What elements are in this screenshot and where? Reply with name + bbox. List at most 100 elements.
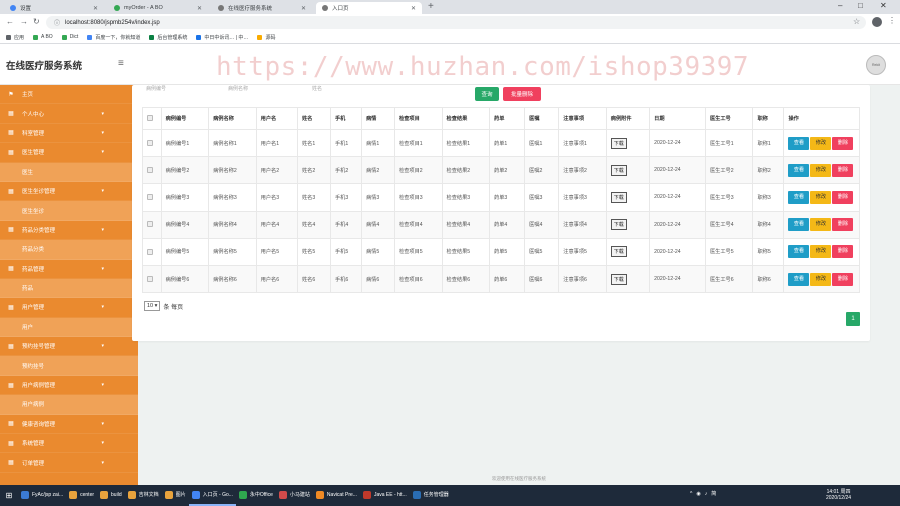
sidebar-group[interactable]: ⚑ 主页	[0, 85, 138, 105]
sidebar-subitem[interactable]: 医生坐诊	[0, 201, 138, 221]
column-header[interactable]: 病情	[360, 107, 396, 130]
bookmark-apps[interactable]: 应用	[6, 34, 24, 41]
edit-button[interactable]: 修改	[810, 136, 832, 150]
delete-button[interactable]: 删除	[832, 245, 854, 259]
column-header[interactable]: 检查结果	[441, 107, 491, 130]
delete-button[interactable]: 删除	[832, 136, 854, 150]
bookmark-item[interactable]: 后台管理系统	[149, 34, 187, 41]
edit-button[interactable]: 修改	[810, 190, 832, 204]
edit-button[interactable]: 修改	[810, 218, 832, 232]
avatar[interactable]: Rekit	[866, 55, 886, 75]
taskbar-app[interactable]: 图片	[162, 485, 189, 506]
sidebar-subitem[interactable]: 预约挂号	[0, 356, 138, 376]
browser-tab-settings[interactable]: 设置 ✕	[4, 2, 104, 14]
sidebar-group[interactable]: ▦ 健康咨询管理 ▾	[0, 414, 138, 435]
close-window-icon[interactable]: ✕	[880, 1, 887, 10]
row-checkbox[interactable]	[147, 139, 153, 146]
browser-tab-entry[interactable]: 入口页 ✕	[316, 2, 422, 14]
taskbar-app[interactable]: 任务管理器	[410, 485, 452, 506]
reload-icon[interactable]: ↻	[33, 17, 40, 26]
profile-icon[interactable]	[872, 17, 882, 27]
row-checkbox[interactable]	[147, 248, 153, 255]
taskbar-app[interactable]: Java EE - htt...	[360, 485, 410, 506]
download-button[interactable]: 下载	[610, 164, 627, 176]
taskbar-app[interactable]: 吉林文档	[125, 485, 162, 506]
view-button[interactable]: 查看	[788, 218, 810, 232]
search-button[interactable]: 查询	[475, 87, 499, 101]
new-tab-button[interactable]: +	[428, 1, 434, 12]
sidebar-subitem[interactable]: 医生	[0, 162, 138, 182]
select-all-checkbox[interactable]	[147, 115, 153, 122]
row-checkbox[interactable]	[147, 275, 153, 282]
url-field[interactable]: ⓘ localhost:8080/jspmb254v/index.jsp	[46, 16, 866, 29]
taskbar-app[interactable]: build	[97, 485, 125, 506]
sidebar-group[interactable]: ▦ 医生坐诊管理 ▾	[0, 181, 138, 202]
sidebar-group[interactable]: ▦ 医生管理 ▾	[0, 143, 138, 163]
back-icon[interactable]: ←	[6, 17, 14, 26]
bookmark-item[interactable]: Dict	[61, 34, 78, 40]
network-icon[interactable]: ◉	[696, 491, 700, 497]
delete-button[interactable]: 删除	[832, 190, 854, 204]
sidebar-group[interactable]: ▦ 科室管理 ▾	[0, 123, 138, 144]
column-header[interactable]: 药单	[489, 107, 526, 130]
view-button[interactable]: 查看	[788, 245, 810, 259]
bookmark-star-icon[interactable]: ☆	[853, 17, 860, 26]
sidebar-subitem[interactable]: 药品	[0, 278, 138, 299]
close-icon[interactable]: ✕	[93, 5, 98, 12]
volume-icon[interactable]: ♪	[705, 491, 708, 497]
forward-icon[interactable]: →	[20, 17, 28, 26]
download-button[interactable]: 下载	[610, 246, 627, 258]
delete-button[interactable]: 删除	[832, 163, 854, 177]
sidebar-group[interactable]: ▦ 药品管理 ▾	[0, 259, 138, 279]
menu-icon[interactable]: ⋮	[888, 16, 896, 25]
view-button[interactable]: 查看	[788, 163, 810, 177]
bookmark-item[interactable]: A BO	[33, 34, 53, 40]
windows-start-icon[interactable]: ⊞	[0, 485, 18, 506]
sidebar-subitem[interactable]: 用户病例	[0, 395, 138, 415]
row-checkbox[interactable]	[147, 167, 153, 174]
close-icon[interactable]: ✕	[411, 5, 416, 12]
tray-arrow-icon[interactable]: ^	[690, 491, 692, 497]
delete-button[interactable]: 删除	[832, 272, 854, 286]
column-header[interactable]: 日期	[649, 107, 706, 130]
page-button-current[interactable]: 1	[846, 312, 860, 326]
column-header[interactable]: 用户名	[255, 107, 298, 130]
hamburger-menu-icon[interactable]: ≡	[118, 58, 124, 69]
taskbar-app[interactable]: FyAc/jsp zai...	[18, 485, 66, 506]
browser-tab-system[interactable]: 在线医疗服务系统 ✕	[212, 2, 312, 14]
column-header[interactable]: 检查项目	[394, 107, 443, 130]
ime-indicator[interactable]: 简	[711, 490, 716, 497]
column-header[interactable]: 病例编号	[160, 107, 210, 130]
browser-tab-myorder[interactable]: myOrder - A BO ✕	[108, 2, 208, 14]
row-checkbox[interactable]	[147, 194, 153, 201]
column-header[interactable]: 病例附件	[605, 107, 651, 130]
download-button[interactable]: 下载	[610, 219, 627, 231]
close-icon[interactable]: ✕	[197, 5, 202, 12]
delete-button[interactable]: 删除	[832, 218, 854, 232]
column-header[interactable]: 职称	[752, 107, 785, 130]
edit-button[interactable]: 修改	[810, 163, 832, 177]
bookmark-item[interactable]: 中日中诉讯… | 中…	[196, 34, 248, 41]
view-button[interactable]: 查看	[788, 136, 810, 150]
sidebar-subitem[interactable]: 用户	[0, 317, 138, 338]
taskbar-app[interactable]: 小马建站	[276, 485, 313, 506]
sidebar-group[interactable]: ▦ 药品分类管理 ▾	[0, 220, 138, 241]
sidebar-subitem[interactable]: 药品分类	[0, 240, 138, 260]
minimize-icon[interactable]: –	[838, 1, 842, 10]
bulk-delete-button[interactable]: 批量删除	[503, 87, 541, 101]
bookmark-item[interactable]: 源码	[257, 34, 275, 41]
column-header[interactable]: 姓名	[296, 107, 331, 130]
close-icon[interactable]: ✕	[301, 5, 306, 12]
taskbar-app[interactable]: center	[66, 485, 97, 506]
view-button[interactable]: 查看	[788, 272, 810, 286]
download-button[interactable]: 下载	[610, 191, 627, 203]
bookmark-item[interactable]: 百度一下，你就知道	[87, 34, 140, 41]
download-button[interactable]: 下载	[610, 273, 627, 285]
maximize-icon[interactable]: □	[858, 1, 863, 10]
sidebar-group[interactable]: ▦ 个人中心 ▾	[0, 104, 138, 124]
taskbar-app[interactable]: 永中Office	[236, 485, 276, 506]
sidebar-group[interactable]: ▦ 订单管理 ▾	[0, 453, 138, 473]
column-header[interactable]: 医生工号	[704, 107, 754, 130]
taskbar-app[interactable]: 入口页 - Go...	[188, 485, 236, 506]
sidebar-group[interactable]: ▦ 系统管理 ▾	[0, 434, 138, 454]
